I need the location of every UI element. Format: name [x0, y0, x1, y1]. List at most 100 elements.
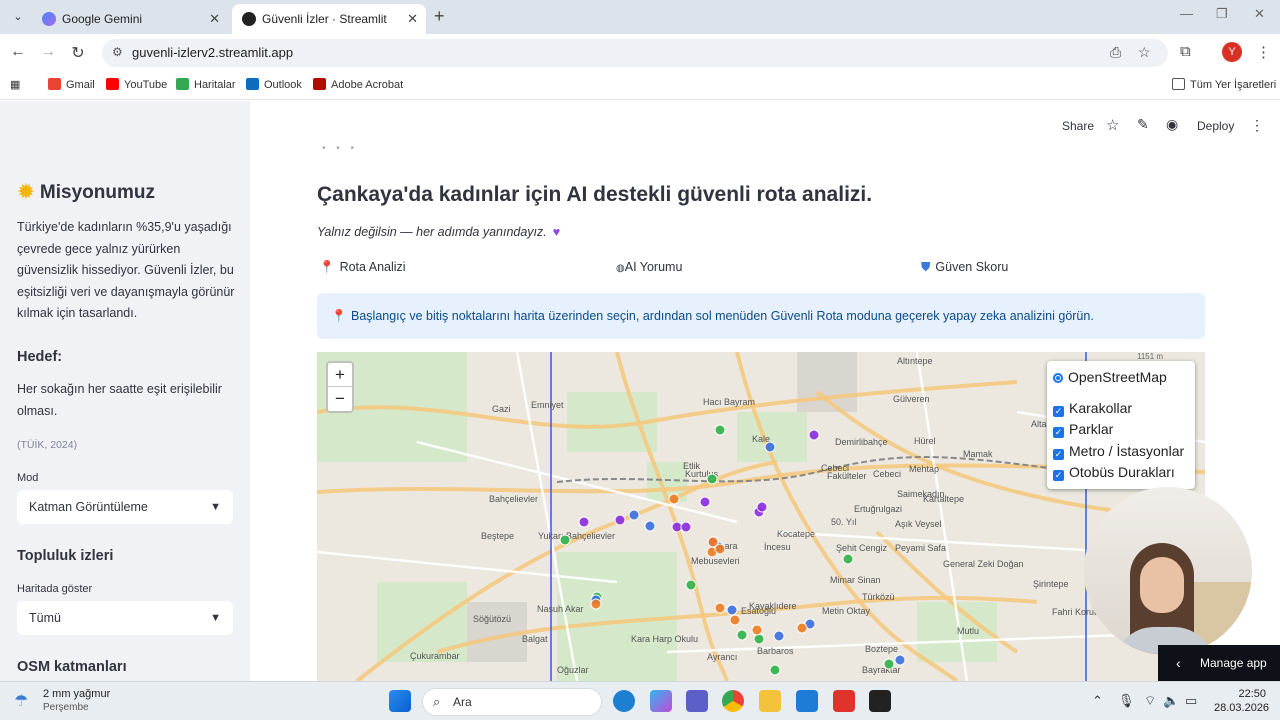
reload-icon[interactable]: ↻	[68, 43, 88, 63]
place-label: Gazi	[492, 404, 511, 414]
bookmark-adobe-acrobat[interactable]: Adobe Acrobat	[313, 78, 403, 91]
bookmark-gmail[interactable]: Gmail	[48, 78, 95, 91]
clock[interactable]: 22:50 28.03.2026	[1214, 687, 1269, 715]
checkbox-checked-icon[interactable]: ✓	[1053, 405, 1064, 417]
edit-pencil-icon[interactable]: ✎	[1137, 116, 1149, 133]
show-on-map-select[interactable]: Tümü ▼	[17, 601, 233, 635]
overlay-karakollar[interactable]: ✓ Karakollar	[1053, 398, 1189, 420]
overlay-metro[interactable]: ✓ Metro / İstasyonlar	[1053, 441, 1189, 463]
address-bar[interactable]: ⚙ guvenli-izlerv2.streamlit.app ⎙ ☆	[102, 39, 1168, 67]
police-station-marker	[578, 516, 590, 528]
park-marker	[714, 424, 726, 436]
install-app-icon[interactable]: ⎙	[1110, 44, 1121, 61]
bookmark-haritalar[interactable]: Haritalar	[176, 78, 236, 91]
zoom-in-button[interactable]: +	[328, 363, 352, 387]
extensions-icon[interactable]: ⧉	[1180, 43, 1191, 60]
mode-select[interactable]: Katman Görüntüleme ▼	[17, 490, 233, 524]
bookmark-youtube[interactable]: YouTube	[106, 78, 167, 91]
police-station-marker	[699, 496, 711, 508]
place-label: İncesu	[764, 542, 791, 552]
place-label: Metin Oktay	[822, 606, 871, 616]
tab-google-gemini[interactable]: Google Gemini ✕	[32, 4, 228, 34]
metro-station-marker	[628, 509, 640, 521]
bookmarks-bar: ▦ Gmail YouTube Haritalar Outlook Adobe …	[0, 72, 1280, 100]
capcut-icon[interactable]	[869, 690, 891, 712]
maximize-icon[interactable]: ❐	[1216, 6, 1228, 22]
overlay-bus-stops[interactable]: ✓ Otobüs Durakları	[1053, 462, 1189, 484]
radio-selected-icon[interactable]	[1053, 373, 1063, 383]
source-note: (TÜİK, 2024)	[17, 439, 78, 451]
github-icon[interactable]: ◉	[1166, 116, 1178, 133]
urban-area	[797, 352, 857, 412]
zoom-out-button[interactable]: −	[328, 387, 352, 411]
weather-text[interactable]: 2 mm yağmur	[43, 688, 110, 700]
microphone-icon[interactable]: 🎙	[1118, 693, 1135, 709]
place-label: Türközü	[862, 592, 895, 602]
rain-icon: ☂	[14, 693, 29, 710]
close-window-icon[interactable]: ✕	[1254, 6, 1265, 22]
file-explorer-icon[interactable]	[759, 690, 781, 712]
police-station-marker	[756, 501, 768, 513]
site-info-icon[interactable]: ⚙	[112, 45, 123, 59]
star-icon[interactable]: ☆	[1106, 116, 1119, 134]
close-tab-icon[interactable]: ✕	[407, 4, 418, 34]
leaflet-map[interactable]: Gazi Emniyet Hacı Bayram Gülveren Bahçelievl…	[317, 352, 1205, 681]
more-menu-icon[interactable]: ⋮	[1256, 43, 1271, 61]
checkbox-checked-icon[interactable]: ✓	[1053, 470, 1064, 481]
taskbar-search[interactable]: ⌕ Ara	[422, 688, 602, 716]
place-label: Altıntepe	[897, 356, 933, 366]
metro-station-marker	[644, 520, 656, 532]
deploy-button[interactable]: Deploy	[1197, 119, 1234, 133]
goal-text: Her sokağın her saatte eşit erişilebilir…	[17, 382, 222, 418]
bookmark-outlook[interactable]: Outlook	[246, 78, 302, 91]
purple-heart-icon: ♥	[552, 225, 561, 239]
windows-start-icon[interactable]	[389, 690, 411, 712]
copilot-icon[interactable]	[650, 690, 672, 712]
tray-chevron-icon[interactable]: ⌃	[1092, 693, 1103, 709]
place-label: Barbaros	[757, 646, 794, 656]
metro-station-marker	[894, 654, 906, 666]
minimize-icon[interactable]: —	[1180, 6, 1193, 21]
base-layer-osm[interactable]: OpenStreetMap	[1053, 367, 1189, 389]
profile-avatar[interactable]: Y	[1222, 42, 1242, 62]
notepad-icon[interactable]	[796, 690, 818, 712]
manage-app-button[interactable]: ‹ Manage app	[1158, 645, 1280, 681]
park-area	[557, 552, 677, 681]
volume-icon[interactable]: 🔈	[1163, 693, 1179, 709]
bookmark-star-icon[interactable]: ☆	[1138, 44, 1151, 61]
close-tab-icon[interactable]: ✕	[209, 4, 220, 34]
main-menu-icon[interactable]: ⋮	[1250, 117, 1264, 134]
tab-guvenli-izler[interactable]: Güvenli İzler · Streamlit ✕	[232, 4, 426, 34]
forward-icon[interactable]: →	[38, 43, 58, 61]
edge-icon[interactable]	[613, 690, 635, 712]
maps-icon	[176, 78, 189, 90]
place-label: Nasuh Akar	[537, 604, 584, 614]
checkbox-checked-icon[interactable]: ✓	[1053, 448, 1064, 460]
metro-station-marker	[773, 630, 785, 642]
new-tab-button[interactable]: +	[434, 6, 445, 27]
feature-route-analysis: 📍 Rota Analizi	[319, 260, 406, 274]
chrome-icon[interactable]	[722, 690, 744, 712]
sun-icon: ✹	[18, 182, 34, 203]
place-label: Balgat	[522, 634, 548, 644]
bus-stop-marker	[707, 536, 719, 548]
tab-search-button[interactable]: ⌄	[8, 8, 28, 26]
back-icon[interactable]: ←	[8, 43, 28, 61]
apps-grid-icon[interactable]: ▦	[10, 78, 20, 91]
webcam-overlay	[1084, 487, 1252, 655]
place-label: Mimar Sinan	[830, 575, 881, 585]
all-bookmarks[interactable]: Tüm Yer İşaretleri	[1172, 78, 1276, 91]
wps-icon[interactable]	[833, 690, 855, 712]
share-button[interactable]: Share	[1062, 119, 1094, 133]
place-label: Peyami Safa	[895, 543, 946, 553]
battery-icon[interactable]: ▭	[1185, 693, 1197, 709]
chevron-down-icon: ▼	[210, 612, 221, 624]
checkbox-checked-icon[interactable]: ✓	[1053, 427, 1064, 438]
teams-icon[interactable]	[686, 690, 708, 712]
zoom-control: + −	[326, 361, 354, 413]
overlay-parklar[interactable]: ✓ Parklar	[1053, 419, 1189, 441]
running-indicator: • • •	[322, 143, 359, 154]
place-label: Yukarı Bahçelievler	[538, 531, 615, 541]
wifi-icon[interactable]: ⌔	[1144, 693, 1156, 709]
park-marker	[842, 553, 854, 565]
